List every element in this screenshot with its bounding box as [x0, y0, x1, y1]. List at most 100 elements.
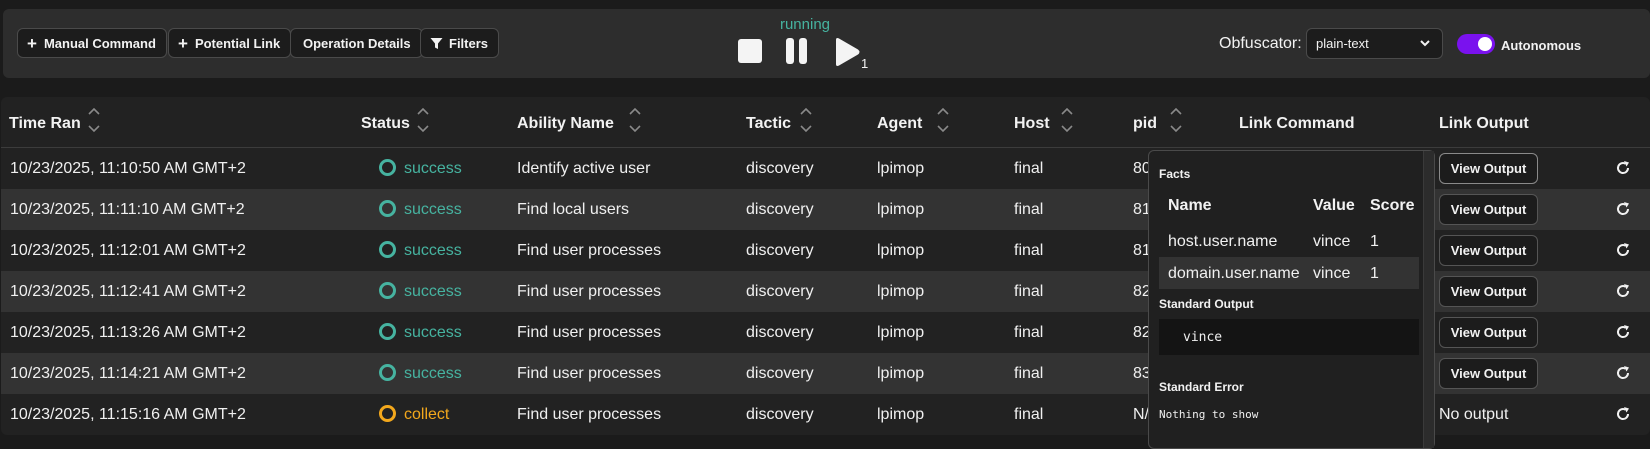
- rerun-icon[interactable]: [1615, 406, 1631, 422]
- sort-icon[interactable]: [1168, 105, 1184, 135]
- header-status[interactable]: Status: [361, 115, 410, 133]
- view-output-button[interactable]: View Output: [1439, 276, 1538, 307]
- facts-header-value: Value: [1313, 197, 1355, 214]
- sort-icon[interactable]: [86, 105, 102, 135]
- standard-error-title: Standard Error: [1159, 380, 1244, 394]
- operation-details-label: Operation Details: [303, 35, 411, 51]
- fact-value: vince: [1313, 233, 1351, 250]
- rerun-icon[interactable]: [1615, 242, 1631, 258]
- agent: lpimop: [877, 406, 925, 423]
- standard-output-text: vince: [1183, 330, 1223, 345]
- status-circle-icon: [379, 200, 396, 217]
- rerun-icon[interactable]: [1615, 160, 1631, 176]
- status-value: success: [404, 160, 462, 177]
- status-value: collect: [404, 406, 450, 423]
- sort-icon[interactable]: [415, 105, 431, 135]
- ability-name: Find user processes: [517, 283, 662, 300]
- sort-icon[interactable]: [798, 105, 814, 135]
- ability-name: Find local users: [517, 201, 630, 218]
- fact-score: 1: [1370, 265, 1379, 282]
- time-ran: 10/23/2025, 11:12:41 AM GMT+2: [10, 283, 246, 300]
- fact-name: host.user.name: [1168, 233, 1278, 250]
- view-output-button[interactable]: View Output: [1439, 235, 1538, 266]
- ability-name: Find user processes: [517, 365, 662, 382]
- plus-icon: +: [27, 33, 37, 53]
- host: final: [1014, 324, 1044, 341]
- header-host[interactable]: Host: [1014, 115, 1050, 133]
- obfuscator-label: Obfuscator:: [1219, 35, 1302, 52]
- operation-toolbar: + Manual Command + Potential Link Operat…: [3, 9, 1650, 78]
- fact-row: host.user.name vince 1: [1159, 225, 1419, 257]
- tactic: discovery: [746, 283, 814, 300]
- status-circle-icon: [379, 241, 396, 258]
- pause-icon[interactable]: [786, 38, 808, 64]
- link-output-popover: Facts Name Value Score host.user.name vi…: [1148, 150, 1435, 449]
- time-ran: 10/23/2025, 11:12:01 AM GMT+2: [10, 242, 246, 259]
- agent: lpimop: [877, 324, 925, 341]
- time-ran: 10/23/2025, 11:13:26 AM GMT+2: [10, 324, 246, 341]
- obfuscator-select[interactable]: plain-text: [1306, 28, 1443, 59]
- potential-link-button[interactable]: + Potential Link: [168, 28, 292, 58]
- header-pid[interactable]: pid: [1133, 115, 1157, 133]
- fact-score: 1: [1370, 233, 1379, 250]
- sort-icon[interactable]: [1059, 105, 1075, 135]
- pid: N/: [1133, 406, 1149, 423]
- status-circle-icon: [379, 405, 396, 422]
- tactic: discovery: [746, 242, 814, 259]
- agent: lpimop: [877, 201, 925, 218]
- chevron-down-icon: [1419, 37, 1431, 52]
- status-value: success: [404, 283, 462, 300]
- host: final: [1014, 283, 1044, 300]
- popover-scrollbar[interactable]: [1423, 151, 1434, 448]
- time-ran: 10/23/2025, 11:10:50 AM GMT+2: [10, 160, 246, 177]
- tactic: discovery: [746, 201, 814, 218]
- host: final: [1014, 242, 1044, 259]
- header-link-command: Link Command: [1239, 115, 1355, 132]
- header-tactic[interactable]: Tactic: [746, 115, 791, 133]
- view-output-button[interactable]: View Output: [1439, 153, 1538, 184]
- header-ability-name[interactable]: Ability Name: [517, 115, 614, 133]
- operation-details-button[interactable]: Operation Details: [290, 28, 423, 58]
- standard-error-text: Nothing to show: [1159, 408, 1259, 421]
- ability-name: Find user processes: [517, 406, 662, 423]
- play-icon[interactable]: [833, 37, 861, 67]
- rerun-icon[interactable]: [1615, 365, 1631, 381]
- standard-output-title: Standard Output: [1159, 297, 1254, 311]
- sort-icon[interactable]: [627, 105, 643, 135]
- status-circle-icon: [379, 323, 396, 340]
- rerun-icon[interactable]: [1615, 283, 1631, 299]
- host: final: [1014, 406, 1044, 423]
- facts-title: Facts: [1159, 167, 1191, 181]
- play-step-count: 1: [861, 56, 869, 71]
- view-output-button[interactable]: View Output: [1439, 317, 1538, 348]
- filter-icon: [430, 37, 443, 50]
- sort-icon[interactable]: [935, 105, 951, 135]
- filters-button[interactable]: Filters: [420, 28, 500, 58]
- agent: lpimop: [877, 365, 925, 382]
- autonomous-toggle[interactable]: [1457, 34, 1495, 54]
- view-output-button[interactable]: View Output: [1439, 358, 1538, 389]
- view-output-button[interactable]: View Output: [1439, 194, 1538, 225]
- fact-row: domain.user.name vince 1: [1159, 257, 1419, 289]
- tactic: discovery: [746, 324, 814, 341]
- standard-output-box: vince: [1159, 319, 1419, 355]
- time-ran: 10/23/2025, 11:15:16 AM GMT+2: [10, 406, 246, 423]
- facts-header-score: Score: [1370, 197, 1415, 214]
- stop-icon[interactable]: [738, 39, 762, 63]
- host: final: [1014, 160, 1044, 177]
- rerun-icon[interactable]: [1615, 324, 1631, 340]
- plus-icon: +: [178, 33, 188, 53]
- table-header: Time Ran Status Ability Name Tactic Agen…: [1, 97, 1650, 148]
- host: final: [1014, 201, 1044, 218]
- header-time-ran[interactable]: Time Ran: [9, 115, 81, 133]
- no-output-text: No output: [1439, 406, 1509, 423]
- header-agent[interactable]: Agent: [877, 115, 922, 133]
- potential-link-label: Potential Link: [194, 35, 281, 51]
- tactic: discovery: [746, 406, 814, 423]
- time-ran: 10/23/2025, 11:14:21 AM GMT+2: [10, 365, 246, 382]
- rerun-icon[interactable]: [1615, 201, 1631, 217]
- time-ran: 10/23/2025, 11:11:10 AM GMT+2: [10, 201, 245, 218]
- agent: lpimop: [877, 242, 925, 259]
- facts-header-name: Name: [1168, 197, 1212, 214]
- manual-command-button[interactable]: + Manual Command: [17, 28, 167, 58]
